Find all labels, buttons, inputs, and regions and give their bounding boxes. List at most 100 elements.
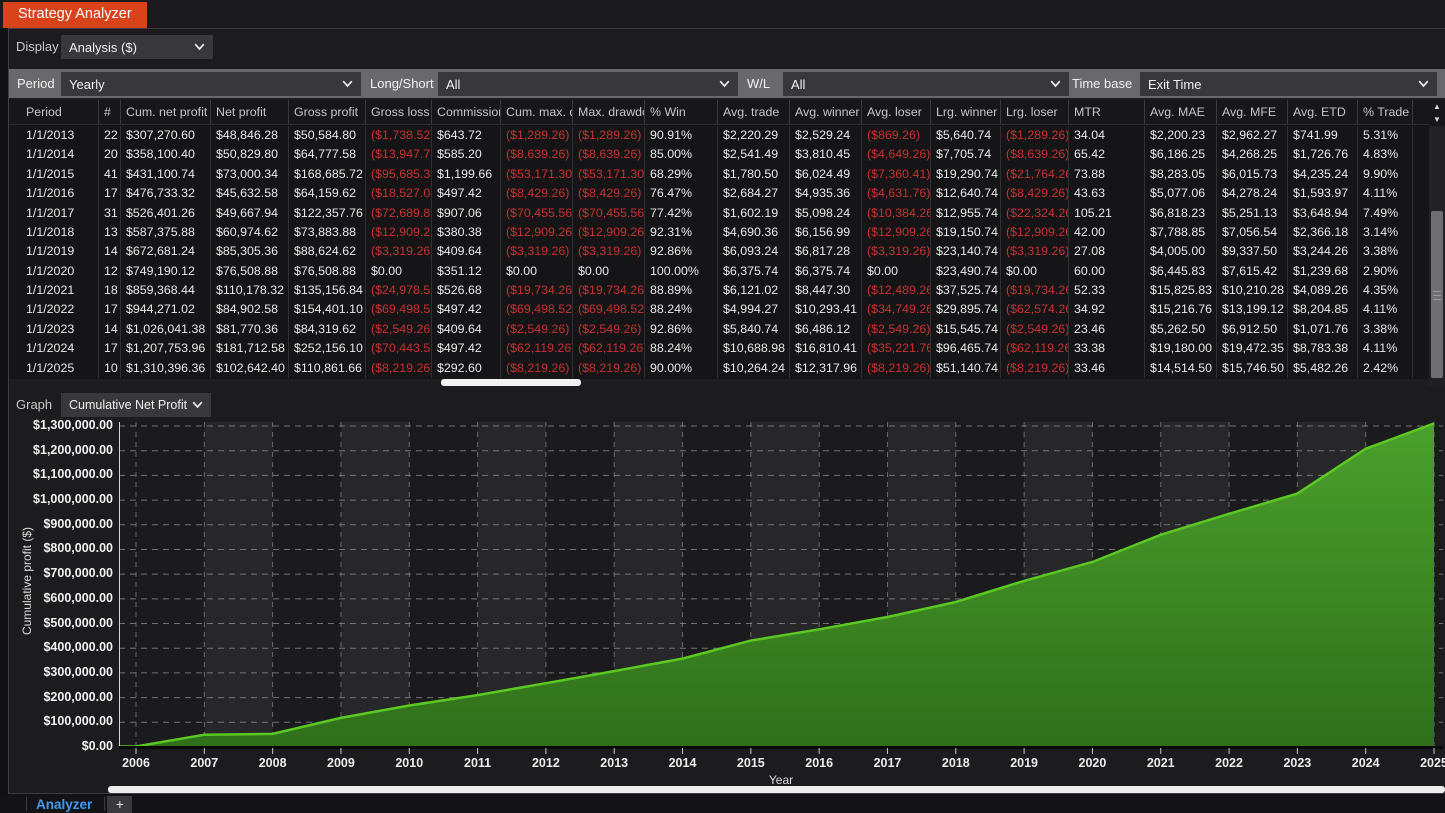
scroll-down-icon[interactable]: ▼ — [1429, 113, 1445, 126]
table-vertical-scrollbar[interactable]: ▲ ▼ — [1429, 100, 1445, 386]
column-header-commission[interactable]: Commission — [432, 100, 501, 124]
cell: 1/1/2025 — [21, 358, 99, 378]
cell: ($7,360.41) — [862, 164, 931, 185]
y-tick-label: $200,000.00 — [43, 689, 113, 704]
period-dropdown[interactable]: Yearly — [61, 72, 361, 96]
cell: ($1,289.26) — [1001, 126, 1069, 146]
cell: ($21,764.26) — [1001, 164, 1069, 185]
chart-horizontal-scrollbar-thumb[interactable] — [108, 786, 1445, 793]
cell: $944,271.02 — [121, 300, 211, 320]
chevron-down-icon — [342, 80, 353, 88]
column-header-avg-winner[interactable]: Avg. winner — [790, 100, 862, 124]
column-header-avg-loser[interactable]: Avg. loser — [862, 100, 931, 124]
bottom-tab-bar: Analyzer + — [0, 795, 1445, 813]
column-header-avg-etd[interactable]: Avg. ETD — [1288, 100, 1358, 124]
column-header--trade[interactable]: % Trade — [1358, 100, 1413, 124]
tab-analyzer[interactable]: Analyzer — [36, 797, 92, 812]
table-row[interactable]: 1/1/2020 12 $749,190.12 $76,508.88 $76,508.8… — [21, 261, 1429, 281]
x-tick-label: 2013 — [600, 756, 629, 770]
column-header-mtr[interactable]: MTR — [1069, 100, 1145, 124]
column-header--[interactable]: # — [99, 100, 121, 124]
cell: $307,270.60 — [121, 126, 211, 146]
cell: $1,239.68 — [1288, 261, 1358, 281]
column-header-avg-trade[interactable]: Avg. trade — [718, 100, 790, 124]
cell: $8,447.30 — [790, 281, 862, 301]
table-row[interactable]: 1/1/2023 14 $1,026,041.38 $81,770.36 $84,319… — [21, 319, 1429, 340]
table-row[interactable]: 1/1/2017 31 $526,401.26 $49,667.94 $122,357.… — [21, 203, 1429, 223]
column-header-gross-profit[interactable]: Gross profit — [289, 100, 366, 124]
column-header-cum-max-drawdown[interactable]: Cum. max. drawdown — [501, 100, 573, 124]
column-header-avg-mae[interactable]: Avg. MAE — [1145, 100, 1217, 124]
table-row[interactable]: 1/1/2014 20 $358,100.40 $50,829.80 $64,777.5… — [21, 145, 1429, 165]
cell: $6,912.50 — [1217, 319, 1288, 340]
column-header-max-drawdown[interactable]: Max. drawdown — [573, 100, 645, 124]
table-row[interactable]: 1/1/2013 22 $307,270.60 $48,846.28 $50,584.8… — [21, 126, 1429, 146]
table-row[interactable]: 1/1/2024 17 $1,207,753.96 $181,712.58 $252,1… — [21, 339, 1429, 359]
cell: $741.99 — [1288, 126, 1358, 146]
table-row[interactable]: 1/1/2015 41 $431,100.74 $73,000.34 $168,685.… — [21, 164, 1429, 185]
cell: 31 — [99, 203, 121, 223]
cell: 33.38 — [1069, 339, 1145, 359]
wl-dropdown[interactable]: All — [783, 72, 1069, 96]
cell: ($69,498.52) — [366, 300, 432, 320]
table-row[interactable]: 1/1/2019 14 $672,681.24 $85,305.36 $88,624.6… — [21, 242, 1429, 262]
tab-strategy-analyzer[interactable]: Strategy Analyzer — [3, 2, 147, 28]
table-row[interactable]: 1/1/2021 18 $859,368.44 $110,178.32 $135,156… — [21, 281, 1429, 301]
x-tick-label: 2025 — [1420, 756, 1445, 770]
cell: $45,632.58 — [211, 184, 289, 204]
cell: $60,974.62 — [211, 222, 289, 243]
cell: $29,895.74 — [931, 300, 1001, 320]
table-row[interactable]: 1/1/2022 17 $944,271.02 $84,902.58 $154,401.… — [21, 300, 1429, 320]
column-header-lrg-winner[interactable]: Lrg. winner — [931, 100, 1001, 124]
cell: 1/1/2024 — [21, 339, 99, 359]
cell: $907.06 — [432, 203, 501, 223]
cell: ($3,319.26) — [1001, 242, 1069, 262]
cell: $4,005.00 — [1145, 242, 1217, 262]
cell: $122,357.76 — [289, 203, 366, 223]
table-horizontal-scrollbar-thumb[interactable] — [441, 379, 581, 386]
cell: $2,684.27 — [718, 184, 790, 204]
cell: ($8,429.26) — [1001, 184, 1069, 204]
x-tick-label: 2018 — [941, 756, 970, 770]
cell: $252,156.10 — [289, 339, 366, 359]
scrollbar-thumb[interactable] — [1431, 211, 1443, 378]
cell: $37,525.74 — [931, 281, 1001, 301]
cell: $19,290.74 — [931, 164, 1001, 185]
cell: $15,545.74 — [931, 319, 1001, 340]
cell: $8,283.05 — [1145, 164, 1217, 185]
cell: 4.11% — [1358, 300, 1413, 320]
time-base-dropdown[interactable]: Exit Time — [1140, 72, 1437, 96]
cell: $3,810.45 — [790, 145, 862, 165]
column-header-gross-loss[interactable]: Gross loss — [366, 100, 432, 124]
add-tab-button[interactable]: + — [107, 795, 133, 813]
long-short-dropdown[interactable]: All — [438, 72, 738, 96]
cell: ($8,639.26) — [501, 145, 573, 165]
scroll-up-icon[interactable]: ▲ — [1429, 100, 1445, 113]
scrollbar-track[interactable] — [1430, 127, 1444, 378]
column-header-avg-mfe[interactable]: Avg. MFE — [1217, 100, 1288, 124]
table-row[interactable]: 1/1/2025 10 $1,310,396.36 $102,642.40 $110,8… — [21, 358, 1429, 378]
cell: $0.00 — [573, 261, 645, 281]
cell: $6,445.83 — [1145, 261, 1217, 281]
display-dropdown[interactable]: Analysis ($) — [61, 35, 213, 59]
table-row[interactable]: 1/1/2018 13 $587,375.88 $60,974.62 $73,883.8… — [21, 222, 1429, 243]
graph-dropdown[interactable]: Cumulative Net Profit — [61, 393, 211, 417]
cell: 17 — [99, 339, 121, 359]
cell: 2.90% — [1358, 261, 1413, 281]
cell: $497.42 — [432, 184, 501, 204]
column-header-lrg-loser[interactable]: Lrg. loser — [1001, 100, 1069, 124]
table-row[interactable]: 1/1/2016 17 $476,733.32 $45,632.58 $64,159.6… — [21, 184, 1429, 204]
column-header-net-profit[interactable]: Net profit — [211, 100, 289, 124]
column-header-cum-net-profit[interactable]: Cum. net profit — [121, 100, 211, 124]
cell: $15,746.50 — [1217, 358, 1288, 378]
cell: $5,098.24 — [790, 203, 862, 223]
cell: 92.86% — [645, 242, 718, 262]
cell: 4.35% — [1358, 281, 1413, 301]
table-horizontal-scrollbar[interactable] — [9, 379, 1429, 386]
column-header--win[interactable]: % Win — [645, 100, 718, 124]
chart-horizontal-scrollbar[interactable] — [108, 786, 1445, 793]
column-header-period[interactable]: Period — [21, 100, 99, 124]
y-axis-title: Cumulative profit ($) — [20, 526, 34, 636]
strategy-analyzer-window: Strategy Analyzer Display Analysis ($) P… — [0, 0, 1445, 813]
cell: ($62,119.26) — [573, 339, 645, 359]
